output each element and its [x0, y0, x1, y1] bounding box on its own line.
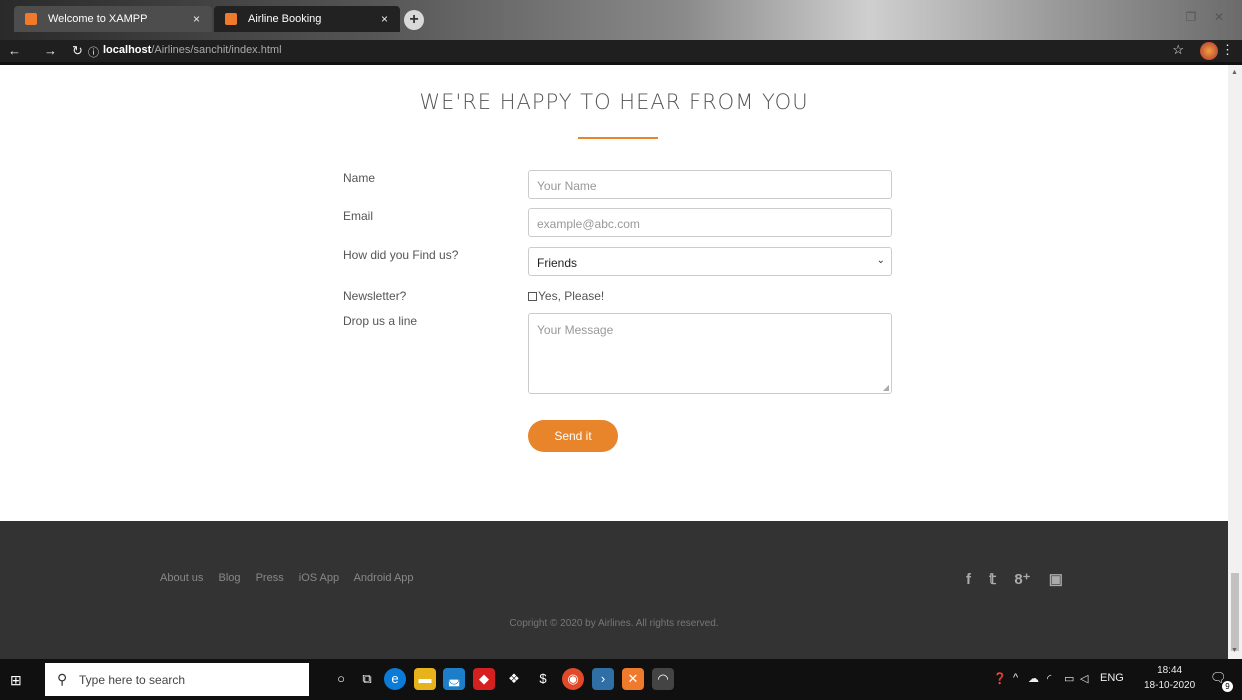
scroll-down-icon[interactable]: ▼: [1231, 647, 1238, 654]
url-host: localhost: [103, 44, 152, 56]
sublime-icon[interactable]: $: [532, 668, 554, 690]
taskbar-search-placeholder: Type here to search: [79, 673, 186, 687]
tab-title: Airline Booking: [248, 13, 322, 25]
chrome-icon[interactable]: ◉: [562, 668, 584, 690]
volume-icon[interactable]: ◁: [1080, 672, 1088, 685]
resize-handle-icon[interactable]: ◢: [883, 383, 889, 392]
taskbar-clock[interactable]: 18:44 18-10-2020: [1144, 663, 1195, 693]
help-icon[interactable]: ❓: [993, 672, 1007, 685]
browser-menu-icon[interactable]: ⋮: [1221, 42, 1234, 58]
restore-window-icon[interactable]: ❐: [1180, 10, 1202, 30]
xampp-favicon-icon: [25, 13, 37, 25]
message-label: Drop us a line: [343, 314, 418, 328]
tab-close-icon[interactable]: ×: [381, 6, 388, 32]
checkbox-icon[interactable]: [528, 292, 537, 301]
xampp-favicon-icon: [225, 13, 237, 25]
page-title: WE'RE HAPPY TO HEAR FROM YOU: [419, 90, 809, 114]
heading-underline: [578, 137, 658, 139]
footer-link-android[interactable]: Android App: [354, 572, 414, 584]
site-footer: About us Blog Press iOS App Android App …: [0, 521, 1228, 659]
clock-time: 18:44: [1157, 665, 1183, 676]
forward-icon[interactable]: →: [44, 43, 57, 58]
google-plus-icon[interactable]: 8⁺: [1014, 571, 1030, 588]
name-input[interactable]: Your Name: [528, 170, 892, 199]
tab-title: Welcome to XAMPP: [48, 13, 148, 25]
email-label: Email: [343, 209, 374, 223]
dropbox-icon[interactable]: ❖: [503, 668, 525, 690]
footer-link-press[interactable]: Press: [256, 572, 284, 584]
address-bar: ← → ↻ ⓘ localhost/Airlines/sanchit/index…: [0, 40, 1242, 62]
new-tab-button[interactable]: +: [404, 10, 424, 30]
footer-links: About us Blog Press iOS App Android App: [160, 572, 426, 584]
footer-link-about[interactable]: About us: [160, 572, 203, 584]
taskbar-search[interactable]: ⚲ Type here to search: [45, 663, 309, 696]
task-view-icon[interactable]: ⧉: [356, 668, 378, 690]
message-textarea[interactable]: Your Message ◢: [528, 313, 892, 394]
footer-link-blog[interactable]: Blog: [218, 572, 240, 584]
file-explorer-icon[interactable]: ▬: [414, 668, 436, 690]
social-links: f 𝕥 8⁺ ▣: [966, 570, 1077, 588]
notification-count-badge: 9: [1222, 681, 1233, 692]
vscode-icon[interactable]: ›: [592, 668, 614, 690]
name-label: Name: [343, 171, 376, 185]
profile-avatar[interactable]: [1200, 42, 1218, 60]
clock-date: 18-10-2020: [1144, 680, 1196, 691]
onedrive-icon[interactable]: ☁: [1028, 672, 1039, 685]
newsletter-option-label: Yes, Please!: [538, 289, 605, 303]
app-diamond-icon[interactable]: ◆: [473, 668, 495, 690]
email-input[interactable]: example@abc.com: [528, 208, 892, 237]
xampp-icon[interactable]: ✕: [622, 668, 644, 690]
windows-start-icon[interactable]: ⊞: [10, 672, 22, 689]
browser-tab-xampp[interactable]: Welcome to XAMPP ×: [14, 6, 212, 32]
newsletter-checkbox[interactable]: Yes, Please!: [528, 289, 604, 303]
browser-tabbar: Welcome to XAMPP × Airline Booking × + ❐…: [0, 0, 1242, 40]
windows-taskbar: ⊞ ⚲ Type here to search ○ ⧉ e ▬ ◛ ◆ ❖ $ …: [0, 659, 1242, 700]
bookmark-star-icon[interactable]: ☆: [1172, 42, 1184, 58]
photos-icon[interactable]: ◠: [652, 668, 674, 690]
url-path: /Airlines/sanchit/index.html: [151, 44, 282, 56]
info-icon[interactable]: ⓘ: [88, 44, 99, 60]
message-placeholder: Your Message: [537, 323, 614, 337]
wifi-icon[interactable]: ◜: [1047, 672, 1051, 685]
cortana-icon[interactable]: ○: [330, 668, 352, 690]
scrollbar-thumb[interactable]: [1231, 573, 1239, 651]
back-icon[interactable]: ←: [8, 43, 21, 58]
find-us-label: How did you Find us?: [343, 248, 459, 262]
store-icon[interactable]: ◛: [443, 668, 465, 690]
newsletter-label: Newsletter?: [343, 289, 407, 303]
facebook-icon[interactable]: f: [966, 571, 971, 588]
toolbar-divider: [0, 62, 1242, 65]
page-scrollbar[interactable]: ▲ ▼: [1228, 65, 1242, 659]
tab-close-icon[interactable]: ×: [193, 6, 200, 32]
url-field[interactable]: localhost/Airlines/sanchit/index.html: [103, 44, 282, 56]
send-button[interactable]: Send it: [528, 420, 618, 452]
find-us-select[interactable]: Friends ⌄: [528, 247, 892, 276]
close-window-icon[interactable]: ✕: [1208, 10, 1230, 30]
instagram-icon[interactable]: ▣: [1049, 571, 1063, 588]
footer-link-ios[interactable]: iOS App: [299, 572, 339, 584]
reload-icon[interactable]: ↻: [72, 43, 83, 59]
language-indicator[interactable]: ENG: [1100, 672, 1124, 684]
twitter-icon[interactable]: 𝕥: [989, 571, 996, 588]
scroll-up-icon[interactable]: ▲: [1231, 69, 1238, 76]
copyright-text: Copright © 2020 by Airlines. All rights …: [509, 618, 719, 629]
battery-icon[interactable]: ▭: [1064, 672, 1074, 685]
chevron-down-icon: ⌄: [876, 255, 885, 266]
show-hidden-icons[interactable]: ^: [1013, 672, 1018, 684]
search-icon: ⚲: [57, 671, 68, 687]
find-us-value: Friends: [537, 256, 578, 270]
edge-icon[interactable]: e: [384, 668, 406, 690]
browser-tab-airline-booking[interactable]: Airline Booking ×: [214, 6, 400, 32]
